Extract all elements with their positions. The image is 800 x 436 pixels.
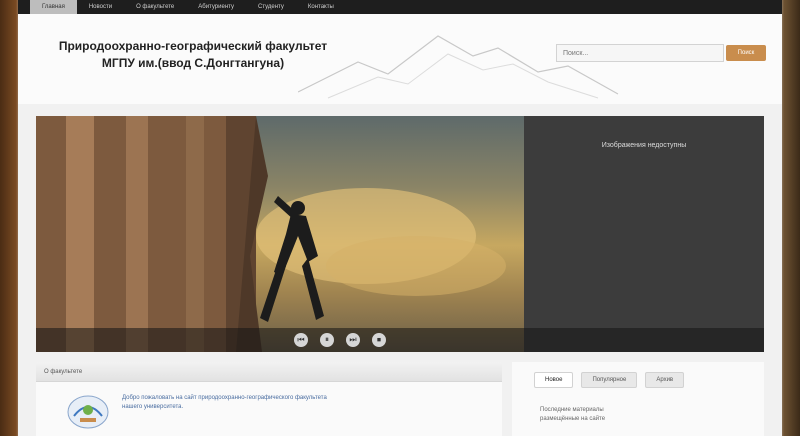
content-text-line1: Добро пожаловать на сайт природоохранно-… <box>122 395 327 401</box>
nav-item-about[interactable]: О факультете <box>124 0 186 14</box>
slider-caption-panel: Изображения недоступны <box>524 116 764 352</box>
nav-item-contacts[interactable]: Контакты <box>296 0 346 14</box>
nav-item-students[interactable]: Студенту <box>246 0 296 14</box>
search-input[interactable] <box>556 44 724 62</box>
site-header: Природоохранно-географический факультет … <box>18 14 782 104</box>
sidebar-text: Последние материалы размещённые на сайте <box>540 406 740 424</box>
top-navigation-bar: Главная Новости О факультете Абитуриенту… <box>18 0 782 14</box>
sidebar-text-line2: размещённые на сайте <box>540 416 606 422</box>
university-emblem-icon <box>67 395 109 429</box>
image-slider: Изображения недоступны ⏮ ⏸ ⏭ ⏹ <box>36 116 764 352</box>
content-text-line2: нашего университета. <box>122 404 184 410</box>
mountains-logo-icon <box>298 35 619 99</box>
slider-prev-icon[interactable]: ⏮ <box>294 333 308 347</box>
content-header: О факультете <box>36 362 502 382</box>
nav-item-applicants[interactable]: Абитуриенту <box>186 0 246 14</box>
slider-pause-icon[interactable]: ⏸ <box>320 333 334 347</box>
nav-item-news[interactable]: Новости <box>77 0 124 14</box>
main-content: О факультете Добро пожаловать на сайт пр… <box>36 362 502 436</box>
content-body: Добро пожаловать на сайт природоохранно-… <box>36 382 502 436</box>
tab-popular[interactable]: Популярное <box>581 372 638 388</box>
slider-image <box>36 116 524 352</box>
search-button[interactable]: Поиск <box>726 45 766 61</box>
slider-caption: Изображения недоступны <box>601 142 687 149</box>
sidebar: Новое Популярное Архив Последние материа… <box>512 362 764 436</box>
page-container: Природоохранно-географический факультет … <box>18 14 782 436</box>
sidebar-tabs: Новое Популярное Архив <box>512 362 764 388</box>
tab-archive[interactable]: Архив <box>645 372 685 388</box>
climber-photo-icon <box>36 116 506 352</box>
nav-item-home[interactable]: Главная <box>30 0 77 14</box>
slider-controls: ⏮ ⏸ ⏭ ⏹ <box>36 328 764 352</box>
content-text: Добро пожаловать на сайт природоохранно-… <box>122 394 482 412</box>
tab-new[interactable]: Новое <box>534 372 574 388</box>
sidebar-text-line1[interactable]: Последние материалы <box>540 406 740 415</box>
slider-next-icon[interactable]: ⏭ <box>346 333 360 347</box>
slider-stop-icon[interactable]: ⏹ <box>372 333 386 347</box>
